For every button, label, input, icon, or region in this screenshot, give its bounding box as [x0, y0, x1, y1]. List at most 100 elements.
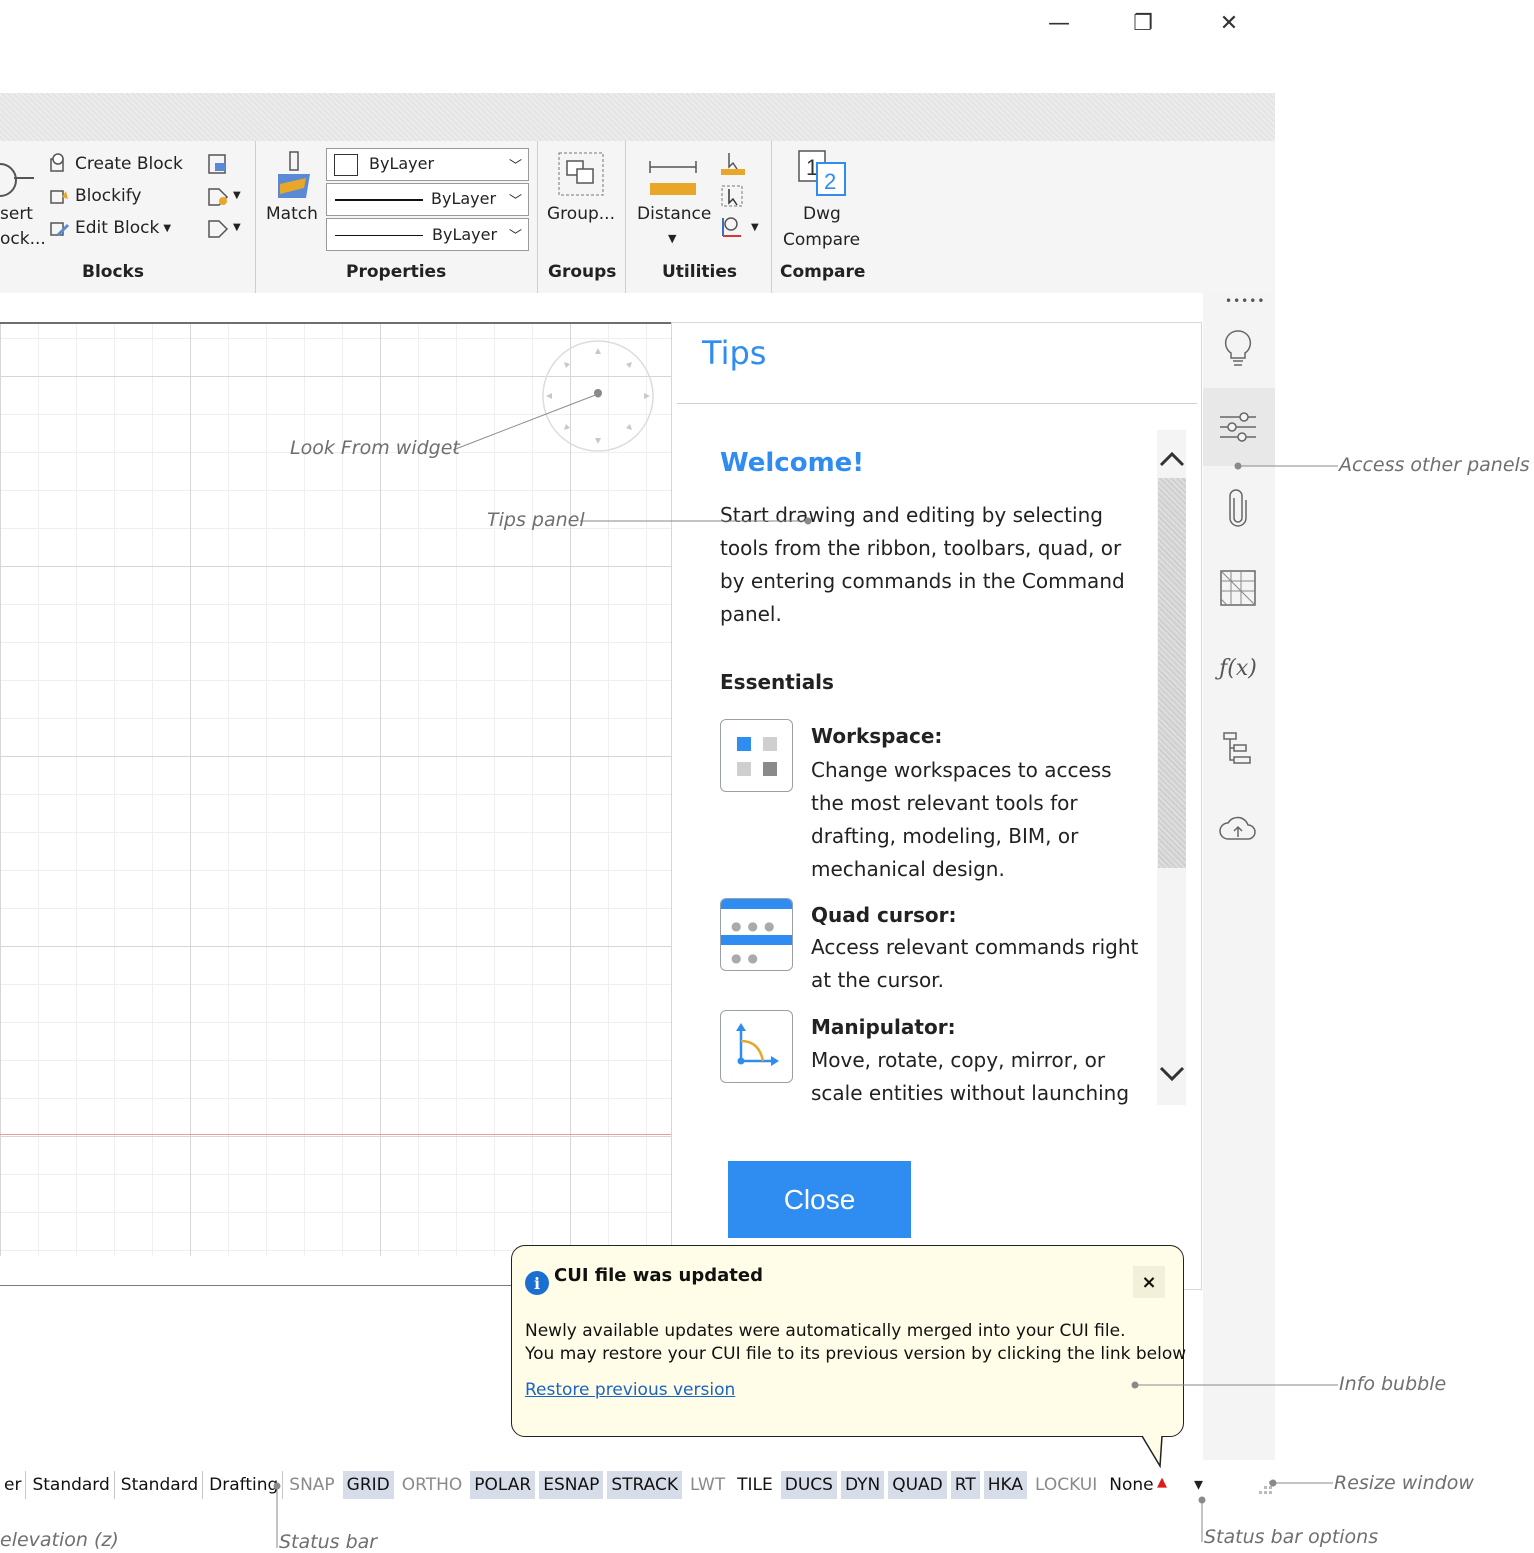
- id-point-button[interactable]: ▼: [719, 214, 759, 240]
- group-icon[interactable]: [557, 151, 605, 197]
- workspace-desc-line: Change workspaces to access: [811, 758, 1112, 782]
- status-toggle-esnap[interactable]: ESNAP: [539, 1471, 604, 1499]
- quad-cursor-desc-line: at the cursor.: [811, 968, 944, 992]
- utilities-group-label: Utilities: [662, 262, 738, 282]
- cloud-upload-icon[interactable]: [1216, 807, 1260, 851]
- tips-scroll-thumb[interactable]: [1158, 478, 1186, 868]
- scroll-up-icon[interactable]: [1158, 448, 1186, 470]
- dwg-label[interactable]: Dwg: [803, 204, 841, 224]
- resize-grip-icon[interactable]: [1256, 1478, 1274, 1496]
- status-bar-options-button[interactable]: ▾: [1194, 1474, 1203, 1495]
- status-toggle-standard[interactable]: Standard: [28, 1471, 115, 1499]
- sliders-icon[interactable]: [1216, 405, 1260, 449]
- status-toggle-dyn[interactable]: DYN: [840, 1471, 885, 1499]
- status-toggle-snap[interactable]: SNAP: [285, 1471, 338, 1499]
- attribute-tag-button-2[interactable]: ▼: [205, 215, 241, 239]
- match-brush-icon[interactable]: [272, 150, 320, 202]
- match-label[interactable]: Match: [266, 204, 318, 224]
- status-toggle-hka[interactable]: HKA: [983, 1471, 1027, 1499]
- status-toggle-none[interactable]: None: [1105, 1471, 1157, 1499]
- quad-cursor-desc-line: Access relevant commands right: [811, 935, 1139, 959]
- attribute-tag-button-1[interactable]: ▼: [205, 183, 241, 207]
- tips-intro-line: tools from the ribbon, toolbars, quad, o…: [720, 536, 1122, 560]
- linetype-value: ByLayer: [431, 189, 497, 208]
- manipulator-desc: Move, rotate, copy, mirror, or scale ent…: [811, 1044, 1129, 1110]
- close-window-button[interactable]: ✕: [1207, 8, 1251, 38]
- block-attribute-icon[interactable]: [205, 151, 231, 177]
- tips-title: Tips: [702, 334, 767, 372]
- tree-icon[interactable]: [1216, 727, 1260, 771]
- insert-block-label-2[interactable]: ock...: [0, 229, 46, 249]
- insert-block-icon[interactable]: [0, 156, 40, 206]
- status-toggle-polar[interactable]: POLAR: [470, 1471, 536, 1499]
- close-icon: ✕: [1219, 10, 1239, 36]
- compare-group-label: Compare: [780, 262, 866, 282]
- measure-select-icon[interactable]: [719, 151, 747, 177]
- group-button-label[interactable]: Group...: [547, 204, 615, 224]
- workspace-title: Workspace:: [811, 724, 943, 748]
- status-toggle-lockui[interactable]: LOCKUI: [1031, 1471, 1101, 1499]
- blockify-icon: [50, 190, 68, 204]
- scroll-down-icon[interactable]: [1158, 1063, 1186, 1085]
- quad-cursor-icon: ●●● ●●: [720, 898, 793, 971]
- warning-icon[interactable]: ▲: [1157, 1475, 1167, 1490]
- lineweight-value: ByLayer: [432, 225, 498, 244]
- tips-intro-line: Start drawing and editing by selecting: [720, 503, 1103, 527]
- color-dropdown[interactable]: ByLayer ﹀: [326, 148, 529, 181]
- compare-icon-num-2: 2: [824, 169, 836, 194]
- annotation-resize-window: Resize window: [1334, 1472, 1474, 1494]
- status-toggle-ducs[interactable]: DUCS: [780, 1471, 837, 1499]
- workspace-icon: [720, 719, 793, 792]
- status-toggle-grid[interactable]: GRID: [342, 1471, 394, 1499]
- chevron-down-icon: ▼: [233, 221, 241, 233]
- bubble-close-button[interactable]: ×: [1133, 1266, 1165, 1298]
- edit-block-button[interactable]: Edit Block ▼: [48, 216, 171, 240]
- distance-label[interactable]: Distance: [637, 204, 711, 224]
- look-from-widget[interactable]: [540, 340, 656, 456]
- dwg-compare-icon[interactable]: 1 2: [797, 149, 849, 197]
- chevron-down-icon: ▼: [233, 189, 241, 201]
- status-toggle-tile[interactable]: TILE: [733, 1471, 777, 1499]
- ribbon-separator: [625, 141, 626, 293]
- linetype-dropdown[interactable]: ByLayer ﹀: [326, 183, 529, 216]
- create-block-button[interactable]: Create Block: [48, 152, 183, 176]
- bubble-message-line-1: Newly available updates were automatical…: [525, 1321, 1126, 1341]
- more-panels-icon[interactable]: •••••: [1225, 294, 1265, 308]
- chevron-down-icon: ▼: [751, 221, 759, 233]
- distance-icon[interactable]: [648, 157, 700, 199]
- workspace-desc-line: mechanical design.: [811, 857, 1005, 881]
- tips-welcome-heading: Welcome!: [720, 448, 865, 478]
- annotation-info-bubble: Info bubble: [1339, 1373, 1447, 1395]
- chevron-down-icon: ▼: [163, 222, 172, 234]
- compare-label[interactable]: Compare: [783, 230, 860, 250]
- status-toggle-standard[interactable]: Standard: [117, 1471, 204, 1499]
- tips-intro: Start drawing and editing by selecting t…: [720, 499, 1125, 631]
- hatch-icon[interactable]: [1216, 566, 1260, 610]
- status-toggle-strack[interactable]: STRACK: [607, 1471, 683, 1499]
- lineweight-dropdown[interactable]: ByLayer ﹀: [326, 218, 529, 251]
- chevron-down-icon[interactable]: ▼: [668, 232, 676, 245]
- function-icon[interactable]: ƒ(x): [1216, 646, 1260, 690]
- restore-previous-version-link[interactable]: Restore previous version: [525, 1380, 735, 1400]
- select-pointer-icon[interactable]: [719, 183, 747, 209]
- restore-button[interactable]: ❐: [1121, 8, 1165, 38]
- create-block-label: Create Block: [75, 154, 183, 174]
- status-toggle-ortho[interactable]: ORTHO: [398, 1471, 467, 1499]
- paperclip-icon[interactable]: [1216, 486, 1260, 530]
- chevron-down-icon: ﹀: [508, 229, 522, 244]
- lightbulb-icon[interactable]: [1216, 326, 1260, 370]
- status-toggle-rt[interactable]: RT: [950, 1471, 980, 1499]
- status-toggle-drafting[interactable]: Drafting: [205, 1471, 284, 1499]
- manipulator-desc-line: Move, rotate, copy, mirror, or: [811, 1048, 1106, 1072]
- insert-block-label-1[interactable]: sert: [0, 204, 33, 224]
- create-block-icon: [50, 153, 64, 172]
- tips-close-button[interactable]: Close: [728, 1161, 911, 1238]
- groups-group-label: Groups: [548, 262, 617, 282]
- quad-cursor-desc: Access relevant commands right at the cu…: [811, 931, 1138, 997]
- minimize-button[interactable]: —: [1037, 8, 1081, 38]
- blockify-button[interactable]: Blockify: [48, 184, 141, 208]
- status-toggle-lwt[interactable]: LWT: [686, 1471, 729, 1499]
- status-toggle-er[interactable]: er: [0, 1471, 27, 1499]
- status-toggle-quad[interactable]: QUAD: [888, 1471, 947, 1499]
- drawing-canvas[interactable]: [0, 322, 671, 1256]
